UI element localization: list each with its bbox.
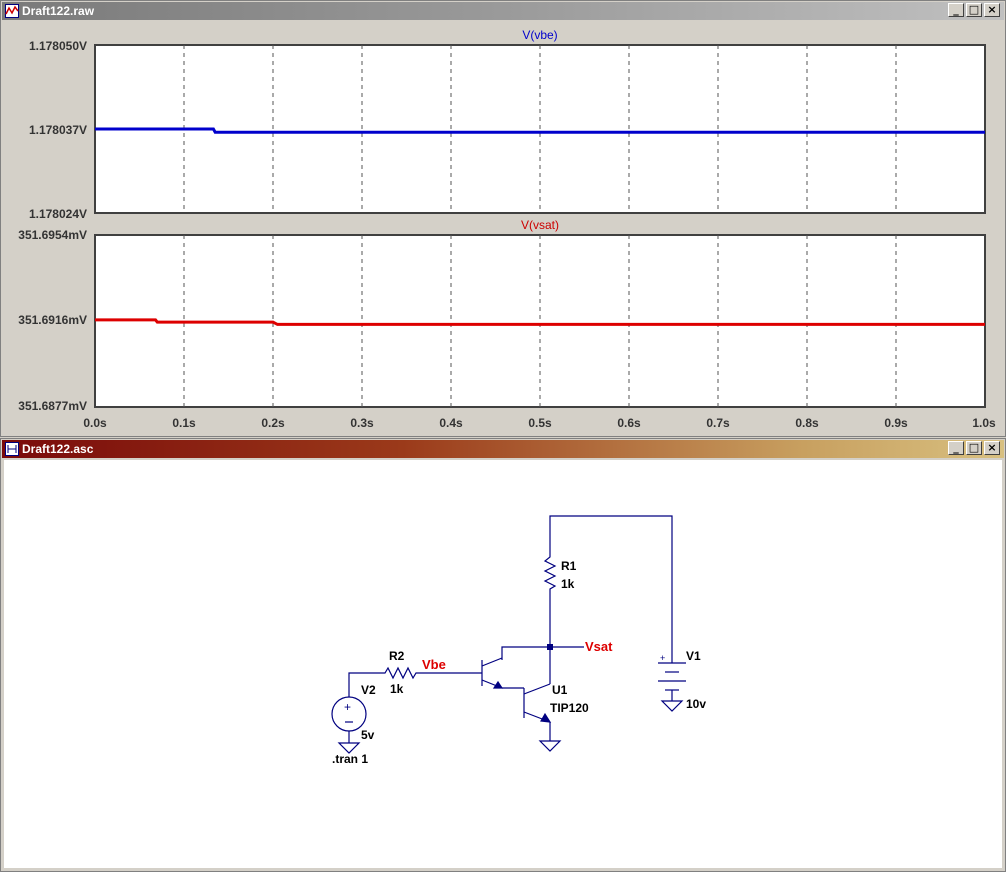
schematic-canvas[interactable]: + + R1 1k R2 1k Vbe Vsat U1 TIP120 V1 10… (4, 460, 1002, 868)
v2-name[interactable]: V2 (361, 683, 376, 697)
resistor-r2[interactable] (380, 666, 420, 680)
v1-value[interactable]: 10v (686, 697, 706, 711)
ytick-vbe-top: 1.178050V (29, 39, 87, 53)
battery-v1[interactable] (658, 662, 686, 701)
ytick-vbe-bottom: 1.178024V (29, 207, 87, 221)
maximize-button[interactable]: □ (966, 441, 982, 455)
minimize-button[interactable]: _ (948, 441, 964, 455)
r1-name[interactable]: R1 (561, 559, 577, 573)
r2-value[interactable]: 1k (390, 682, 404, 696)
xtick-label: 1.0s (972, 416, 996, 430)
net-label-vsat[interactable]: Vsat (585, 639, 613, 654)
waveform-window-title: Draft122.raw (22, 4, 95, 18)
waveform-plots[interactable]: V(vbe) 1.178050V 1.178037V 1.178024V V(v… (4, 23, 1002, 433)
v2-plus-sign: + (344, 700, 351, 714)
v1-name[interactable]: V1 (686, 649, 701, 663)
xtick-label: 0.4s (439, 416, 463, 430)
close-button[interactable]: × (984, 441, 1000, 455)
xtick-label: 0.1s (172, 416, 196, 430)
xtick-label: 0.9s (884, 416, 908, 430)
u1-value[interactable]: TIP120 (550, 701, 589, 715)
u1-name[interactable]: U1 (552, 683, 568, 697)
xtick-label: 0.7s (706, 416, 730, 430)
ground-v1[interactable] (660, 700, 684, 712)
waveform-plot-area[interactable]: V(vbe) 1.178050V 1.178037V 1.178024V V(v… (4, 23, 1002, 433)
schematic-drawing[interactable]: + + R1 1k R2 1k Vbe Vsat U1 TIP120 V1 10… (4, 460, 1002, 868)
ytick-vsat-top: 351.6954mV (18, 228, 87, 242)
schematic-app-icon (5, 442, 19, 456)
schematic-titlebar[interactable]: Draft122.asc _ □ × (2, 440, 1004, 458)
schematic-window-title: Draft122.asc (22, 442, 94, 456)
close-button[interactable]: × (984, 3, 1000, 17)
x-axis-ticks: 0.0s 0.1s 0.2s 0.3s 0.4s 0.5s 0.6s 0.7s 0.8s 0.9s… (83, 416, 996, 430)
r1-value[interactable]: 1k (561, 577, 575, 591)
maximize-button[interactable]: □ (966, 3, 982, 17)
trace-label-vsat[interactable]: V(vsat) (521, 218, 559, 232)
ytick-vsat-mid: 351.6916mV (18, 313, 87, 327)
xtick-label: 0.2s (261, 416, 285, 430)
ground-u1[interactable] (538, 740, 562, 752)
tran-directive[interactable]: .tran 1 (332, 752, 368, 766)
waveform-window: Draft122.raw _ □ × V(vbe) 1.178050V 1.17… (0, 0, 1006, 437)
xtick-label: 0.5s (528, 416, 552, 430)
ytick-vbe-mid: 1.178037V (29, 123, 87, 137)
xtick-label: 0.3s (350, 416, 374, 430)
resistor-r1[interactable] (543, 552, 557, 595)
schematic-window: Draft122.asc _ □ × + + R1 1k R2 1k Vbe V… (0, 438, 1006, 872)
xtick-label: 0.8s (795, 416, 819, 430)
junction-dot (547, 644, 553, 650)
trace-label-vbe[interactable]: V(vbe) (522, 28, 557, 42)
ytick-vsat-bottom: 351.6877mV (18, 399, 87, 413)
v2-value[interactable]: 5v (361, 728, 375, 742)
waveform-app-icon (5, 4, 19, 18)
wire-q1-collector[interactable] (501, 646, 550, 660)
v1-plus-sign: + (660, 653, 665, 663)
xtick-label: 0.0s (83, 416, 107, 430)
xtick-label: 0.6s (617, 416, 641, 430)
net-label-vbe[interactable]: Vbe (422, 657, 446, 672)
waveform-titlebar[interactable]: Draft122.raw _ □ × (2, 2, 1004, 20)
minimize-button[interactable]: _ (948, 3, 964, 17)
r2-name[interactable]: R2 (389, 649, 405, 663)
transistor-u1[interactable] (481, 657, 552, 723)
